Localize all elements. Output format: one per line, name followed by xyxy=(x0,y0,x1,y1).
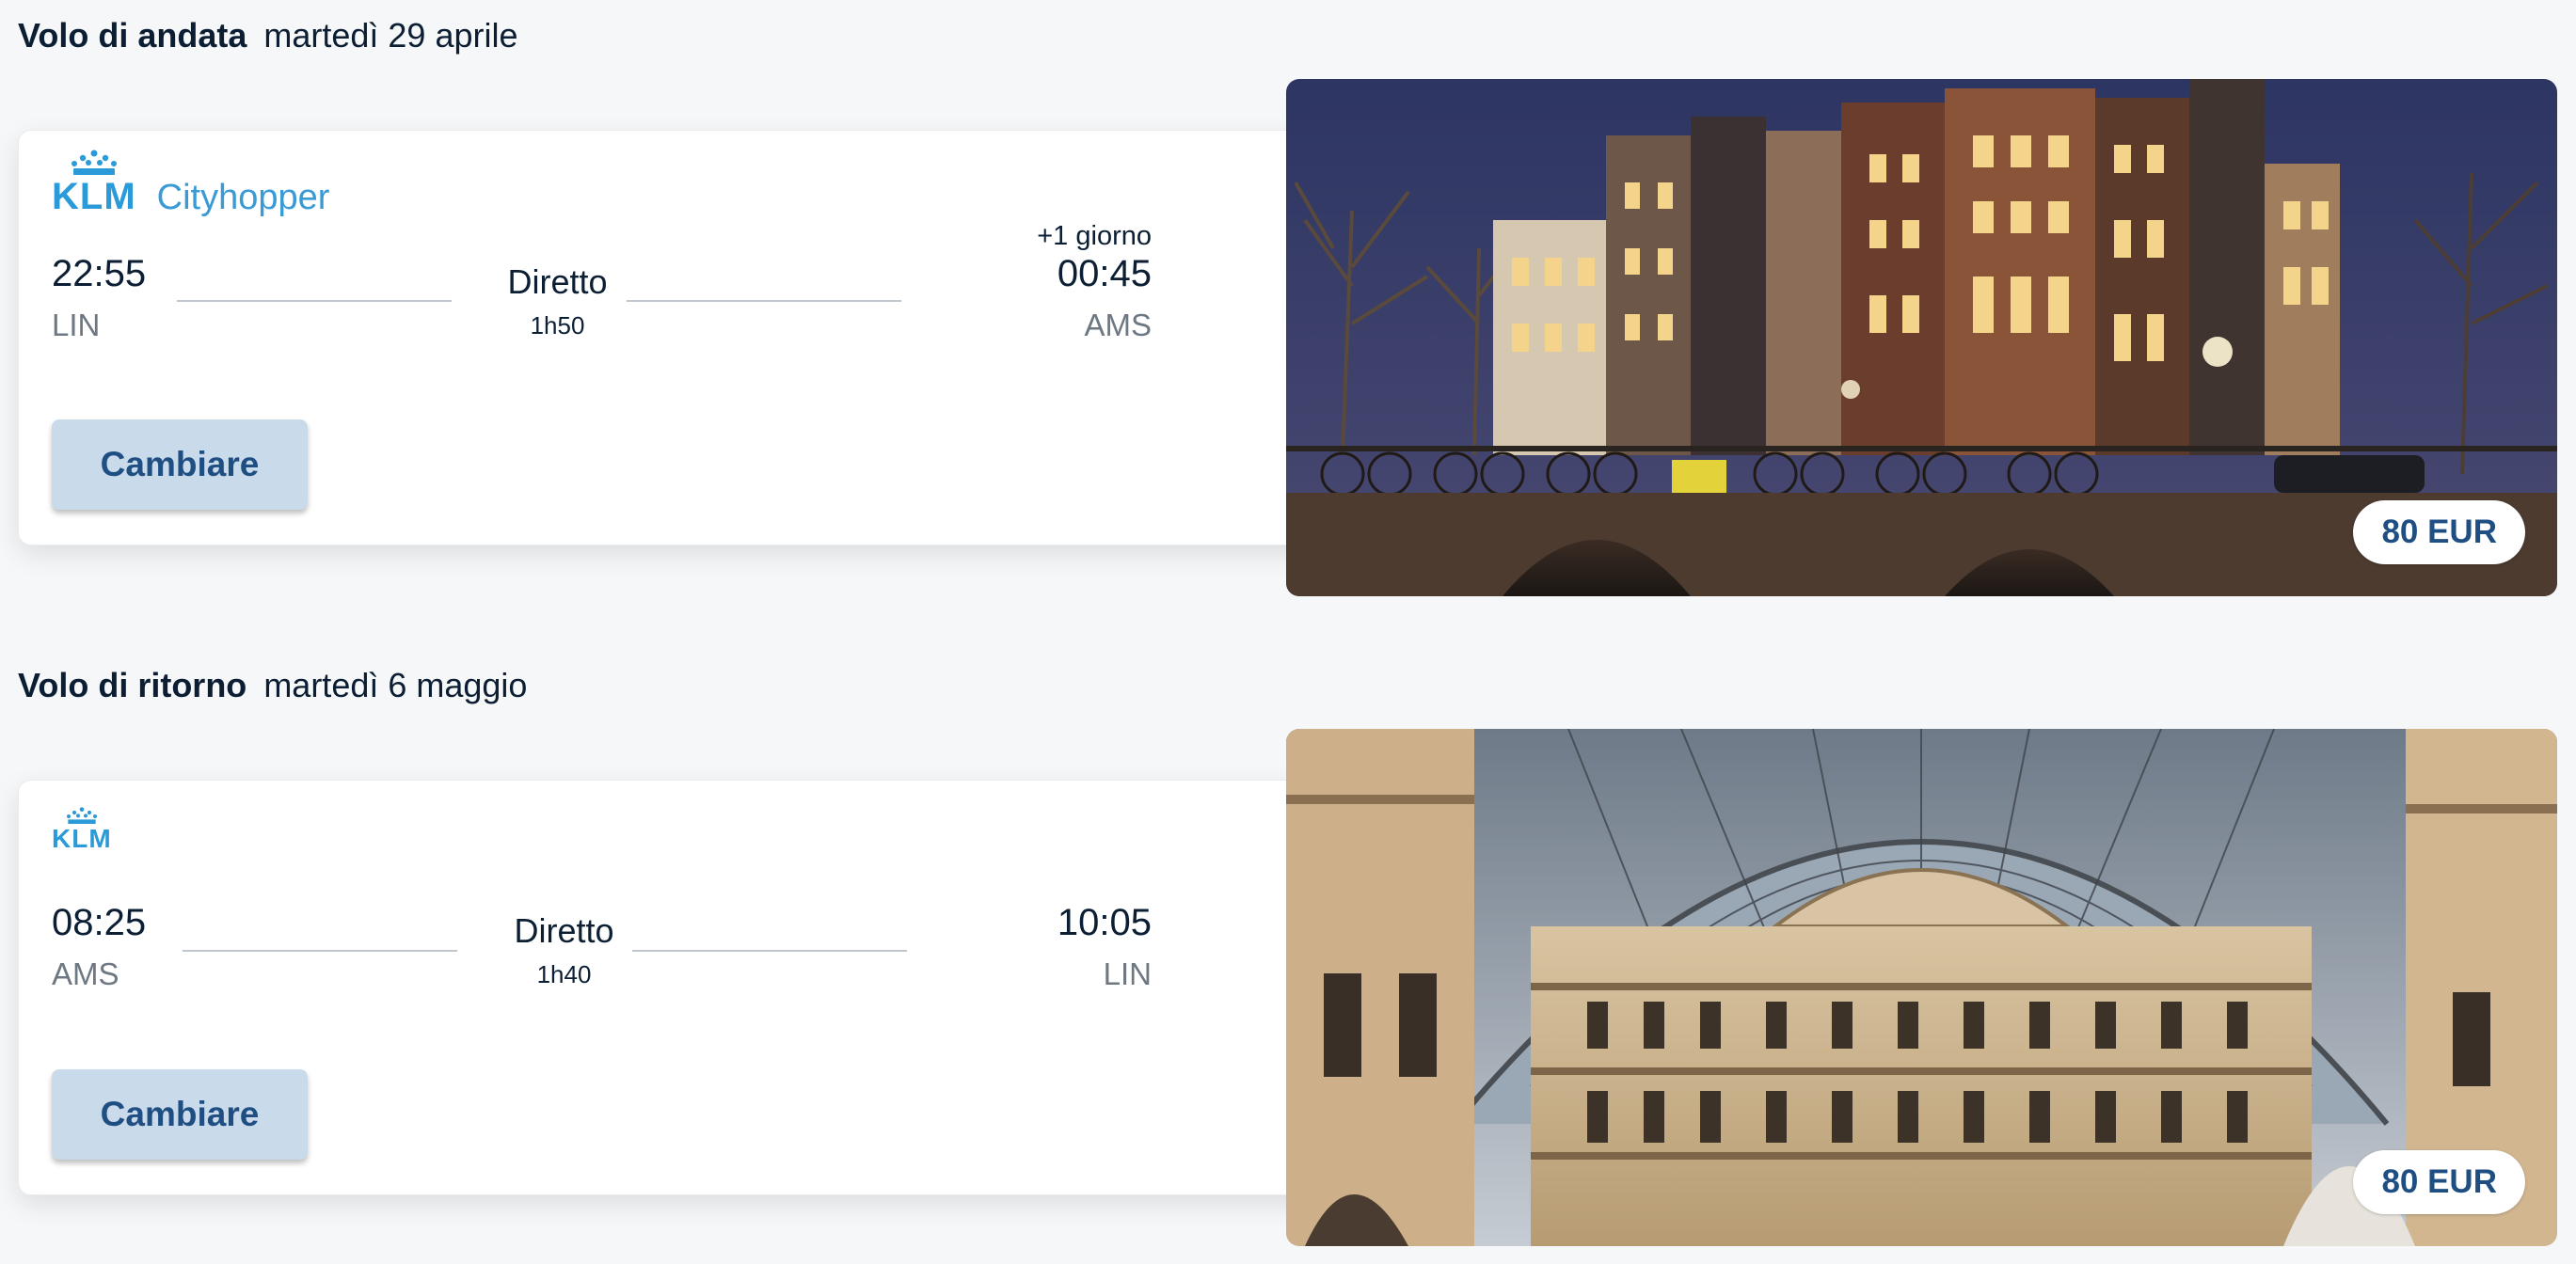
return-date: martedì 6 maggio xyxy=(263,666,528,704)
klm-wordmark: KLM xyxy=(52,176,136,217)
route-line-left xyxy=(177,300,452,302)
duration-label: 1h40 xyxy=(536,960,592,988)
klm-logo: KLM xyxy=(52,807,112,852)
return-header: Volo di ritorno martedì 6 maggio xyxy=(18,665,527,706)
amsterdam-canal-night-photo: 80 EUR xyxy=(1286,79,2557,596)
stops-label: Diretto xyxy=(507,262,608,301)
route-line-left xyxy=(183,950,457,952)
arrival-code: AMS xyxy=(1084,308,1152,342)
klm-wordmark: KLM xyxy=(52,824,112,853)
departure-code: AMS xyxy=(52,956,119,991)
outbound-header: Volo di andata martedì 29 aprile xyxy=(18,15,518,56)
stops-label: Diretto xyxy=(514,911,614,950)
change-flight-button[interactable]: Cambiare xyxy=(52,1069,308,1160)
arrival-time: 10:05 xyxy=(1057,902,1152,943)
arrival-time: 00:45 xyxy=(1057,253,1152,294)
milan-galleria-photo: 80 EUR xyxy=(1286,729,2557,1246)
klm-crown-icon xyxy=(66,807,97,824)
klm-logo: KLM xyxy=(52,150,136,215)
outbound-flight-card: KLM Cityhopper 22:55 LIN Diretto 1h50 +1… xyxy=(18,130,1393,545)
departure-time: 08:25 xyxy=(52,902,147,943)
outbound-label: Volo di andata xyxy=(18,16,247,55)
duration-label: 1h50 xyxy=(530,311,585,340)
departure-time: 22:55 xyxy=(52,253,147,294)
return-label: Volo di ritorno xyxy=(18,666,247,704)
arrival-code: LIN xyxy=(1103,956,1152,991)
airline-logo: KLM xyxy=(52,807,112,852)
outbound-date: martedì 29 aprile xyxy=(263,16,518,55)
departure-code: LIN xyxy=(52,308,101,342)
day-offset-label: +1 giorno xyxy=(1037,221,1152,251)
change-flight-button[interactable]: Cambiare xyxy=(52,419,308,510)
cityhopper-label: Cityhopper xyxy=(156,178,330,217)
return-flight-card: KLM 08:25 AMS Diretto 1h40 10:05 LIN Cam… xyxy=(18,780,1393,1195)
route-line-right xyxy=(627,300,901,302)
price-badge: 80 EUR xyxy=(2353,500,2525,564)
airline-logo: KLM Cityhopper xyxy=(52,150,329,215)
route-line-right xyxy=(632,950,907,952)
klm-crown-icon xyxy=(71,150,117,175)
price-badge: 80 EUR xyxy=(2353,1150,2525,1214)
